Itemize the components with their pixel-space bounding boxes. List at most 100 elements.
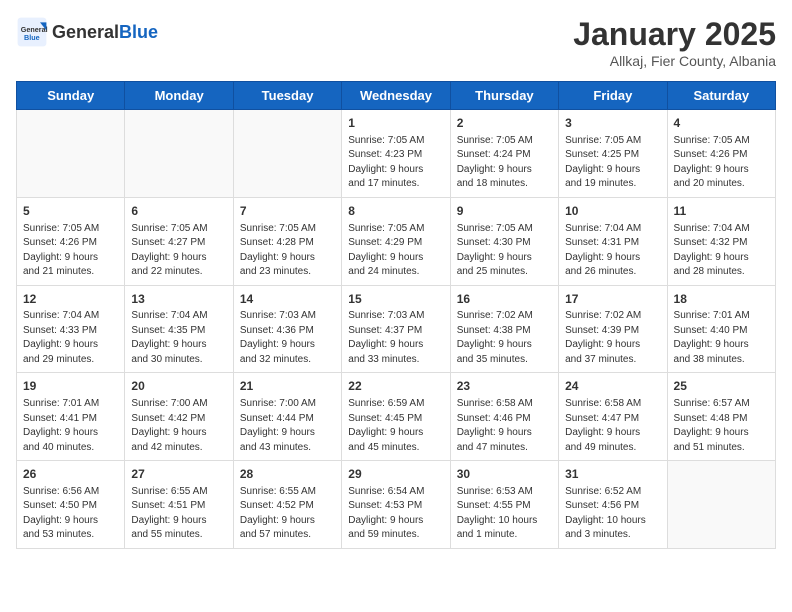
calendar-day-cell: 26Sunrise: 6:56 AM Sunset: 4:50 PM Dayli…	[17, 461, 125, 549]
calendar-day-cell: 14Sunrise: 7:03 AM Sunset: 4:36 PM Dayli…	[233, 285, 341, 373]
logo-general-text: General	[52, 22, 119, 42]
calendar-day-cell: 10 Sunrise: 7:04 AM Sunset: 4:31 PM Dayli…	[559, 197, 667, 285]
calendar-day-cell: 27Sunrise: 6:55 AM Sunset: 4:51 PM Dayli…	[125, 461, 233, 549]
day-number: 1	[348, 115, 443, 132]
day-info: Sunrise: 7:03 AM Sunset: 4:36 PM Dayligh…	[240, 309, 335, 367]
day-number: 10	[565, 203, 660, 220]
weekday-header-wednesday: Wednesday	[342, 82, 450, 110]
calendar-day-cell: 29 Sunrise: 6:54 AM Sunset: 4:53 PM Dayli…	[342, 461, 450, 549]
day-info: Sunrise: 7:05 AM Sunset: 4:23 PM Dayligh…	[348, 134, 443, 192]
calendar-day-cell	[125, 110, 233, 198]
calendar-day-cell: 18Sunrise: 7:01 AM Sunset: 4:40 PM Dayli…	[667, 285, 775, 373]
calendar-day-cell: 19 Sunrise: 7:01 AM Sunset: 4:41 PM Dayli…	[17, 373, 125, 461]
location-subtitle: Allkaj, Fier County, Albania	[573, 53, 776, 69]
calendar-day-cell: 21 Sunrise: 7:00 AM Sunset: 4:44 PM Dayli…	[233, 373, 341, 461]
day-info: Sunrise: 6:52 AM Sunset: 4:56 PM Dayligh…	[565, 485, 660, 543]
weekday-header-thursday: Thursday	[450, 82, 558, 110]
day-info: Sunrise: 7:05 AM Sunset: 4:27 PM Dayligh…	[131, 222, 226, 280]
weekday-header-tuesday: Tuesday	[233, 82, 341, 110]
day-info: Sunrise: 7:05 AM Sunset: 4:28 PM Dayligh…	[240, 222, 335, 280]
day-number: 16	[457, 291, 552, 308]
day-number: 22	[348, 378, 443, 395]
day-info: Sunrise: 6:56 AM Sunset: 4:50 PM Dayligh…	[23, 485, 118, 543]
calendar-week-row: 12Sunrise: 7:04 AM Sunset: 4:33 PM Dayli…	[17, 285, 776, 373]
day-info: Sunrise: 6:53 AM Sunset: 4:55 PM Dayligh…	[457, 485, 552, 543]
calendar-week-row: 1 Sunrise: 7:05 AM Sunset: 4:23 PM Daylig…	[17, 110, 776, 198]
day-info: Sunrise: 7:04 AM Sunset: 4:32 PM Dayligh…	[674, 222, 769, 280]
day-number: 25	[674, 378, 769, 395]
day-number: 15	[348, 291, 443, 308]
calendar-day-cell: 9 Sunrise: 7:05 AM Sunset: 4:30 PM Daylig…	[450, 197, 558, 285]
day-info: Sunrise: 6:58 AM Sunset: 4:47 PM Dayligh…	[565, 397, 660, 455]
calendar-day-cell: 11 Sunrise: 7:04 AM Sunset: 4:32 PM Dayli…	[667, 197, 775, 285]
calendar-day-cell: 25 Sunrise: 6:57 AM Sunset: 4:48 PM Dayli…	[667, 373, 775, 461]
calendar-day-cell: 12Sunrise: 7:04 AM Sunset: 4:33 PM Dayli…	[17, 285, 125, 373]
calendar-day-cell: 22 Sunrise: 6:59 AM Sunset: 4:45 PM Dayli…	[342, 373, 450, 461]
calendar-day-cell: 16Sunrise: 7:02 AM Sunset: 4:38 PM Dayli…	[450, 285, 558, 373]
logo: General Blue GeneralBlue	[16, 16, 158, 48]
day-info: Sunrise: 6:58 AM Sunset: 4:46 PM Dayligh…	[457, 397, 552, 455]
day-number: 4	[674, 115, 769, 132]
day-number: 14	[240, 291, 335, 308]
day-info: Sunrise: 6:54 AM Sunset: 4:53 PM Dayligh…	[348, 485, 443, 543]
calendar-day-cell: 7Sunrise: 7:05 AM Sunset: 4:28 PM Daylig…	[233, 197, 341, 285]
day-number: 18	[674, 291, 769, 308]
day-number: 6	[131, 203, 226, 220]
day-number: 5	[23, 203, 118, 220]
calendar-day-cell: 1 Sunrise: 7:05 AM Sunset: 4:23 PM Daylig…	[342, 110, 450, 198]
day-number: 8	[348, 203, 443, 220]
day-number: 17	[565, 291, 660, 308]
calendar-day-cell: 2Sunrise: 7:05 AM Sunset: 4:24 PM Daylig…	[450, 110, 558, 198]
day-number: 20	[131, 378, 226, 395]
calendar-day-cell: 31Sunrise: 6:52 AM Sunset: 4:56 PM Dayli…	[559, 461, 667, 549]
logo-icon: General Blue	[16, 16, 48, 48]
day-info: Sunrise: 7:04 AM Sunset: 4:35 PM Dayligh…	[131, 309, 226, 367]
day-number: 12	[23, 291, 118, 308]
weekday-header-row: SundayMondayTuesdayWednesdayThursdayFrid…	[17, 82, 776, 110]
day-info: Sunrise: 7:00 AM Sunset: 4:42 PM Dayligh…	[131, 397, 226, 455]
logo-blue-text: Blue	[119, 22, 158, 42]
calendar-day-cell: 23 Sunrise: 6:58 AM Sunset: 4:46 PM Dayli…	[450, 373, 558, 461]
day-info: Sunrise: 7:05 AM Sunset: 4:26 PM Dayligh…	[23, 222, 118, 280]
calendar-day-cell: 13Sunrise: 7:04 AM Sunset: 4:35 PM Dayli…	[125, 285, 233, 373]
day-number: 3	[565, 115, 660, 132]
calendar-day-cell: 30 Sunrise: 6:53 AM Sunset: 4:55 PM Dayli…	[450, 461, 558, 549]
day-info: Sunrise: 7:05 AM Sunset: 4:26 PM Dayligh…	[674, 134, 769, 192]
day-info: Sunrise: 7:00 AM Sunset: 4:44 PM Dayligh…	[240, 397, 335, 455]
day-number: 9	[457, 203, 552, 220]
day-number: 29	[348, 466, 443, 483]
calendar-week-row: 19 Sunrise: 7:01 AM Sunset: 4:41 PM Dayli…	[17, 373, 776, 461]
day-info: Sunrise: 7:02 AM Sunset: 4:39 PM Dayligh…	[565, 309, 660, 367]
calendar-week-row: 5 Sunrise: 7:05 AM Sunset: 4:26 PM Daylig…	[17, 197, 776, 285]
day-info: Sunrise: 7:04 AM Sunset: 4:33 PM Dayligh…	[23, 309, 118, 367]
day-number: 24	[565, 378, 660, 395]
calendar-day-cell: 20 Sunrise: 7:00 AM Sunset: 4:42 PM Dayli…	[125, 373, 233, 461]
day-info: Sunrise: 7:01 AM Sunset: 4:41 PM Dayligh…	[23, 397, 118, 455]
day-number: 30	[457, 466, 552, 483]
day-info: Sunrise: 7:03 AM Sunset: 4:37 PM Dayligh…	[348, 309, 443, 367]
day-number: 19	[23, 378, 118, 395]
weekday-header-saturday: Saturday	[667, 82, 775, 110]
day-number: 21	[240, 378, 335, 395]
day-info: Sunrise: 7:05 AM Sunset: 4:24 PM Dayligh…	[457, 134, 552, 192]
calendar-day-cell: 5 Sunrise: 7:05 AM Sunset: 4:26 PM Daylig…	[17, 197, 125, 285]
weekday-header-sunday: Sunday	[17, 82, 125, 110]
day-info: Sunrise: 6:57 AM Sunset: 4:48 PM Dayligh…	[674, 397, 769, 455]
day-info: Sunrise: 7:02 AM Sunset: 4:38 PM Dayligh…	[457, 309, 552, 367]
day-info: Sunrise: 6:59 AM Sunset: 4:45 PM Dayligh…	[348, 397, 443, 455]
title-block: January 2025 Allkaj, Fier County, Albani…	[573, 16, 776, 69]
day-info: Sunrise: 7:05 AM Sunset: 4:30 PM Dayligh…	[457, 222, 552, 280]
page-header: General Blue GeneralBlue January 2025 Al…	[16, 16, 776, 69]
calendar-day-cell	[17, 110, 125, 198]
svg-text:Blue: Blue	[24, 33, 40, 42]
day-info: Sunrise: 7:05 AM Sunset: 4:25 PM Dayligh…	[565, 134, 660, 192]
calendar-day-cell	[667, 461, 775, 549]
calendar-week-row: 26Sunrise: 6:56 AM Sunset: 4:50 PM Dayli…	[17, 461, 776, 549]
day-number: 11	[674, 203, 769, 220]
day-number: 28	[240, 466, 335, 483]
calendar-table: SundayMondayTuesdayWednesdayThursdayFrid…	[16, 81, 776, 549]
day-info: Sunrise: 7:05 AM Sunset: 4:29 PM Dayligh…	[348, 222, 443, 280]
day-number: 23	[457, 378, 552, 395]
day-info: Sunrise: 7:04 AM Sunset: 4:31 PM Dayligh…	[565, 222, 660, 280]
day-number: 13	[131, 291, 226, 308]
